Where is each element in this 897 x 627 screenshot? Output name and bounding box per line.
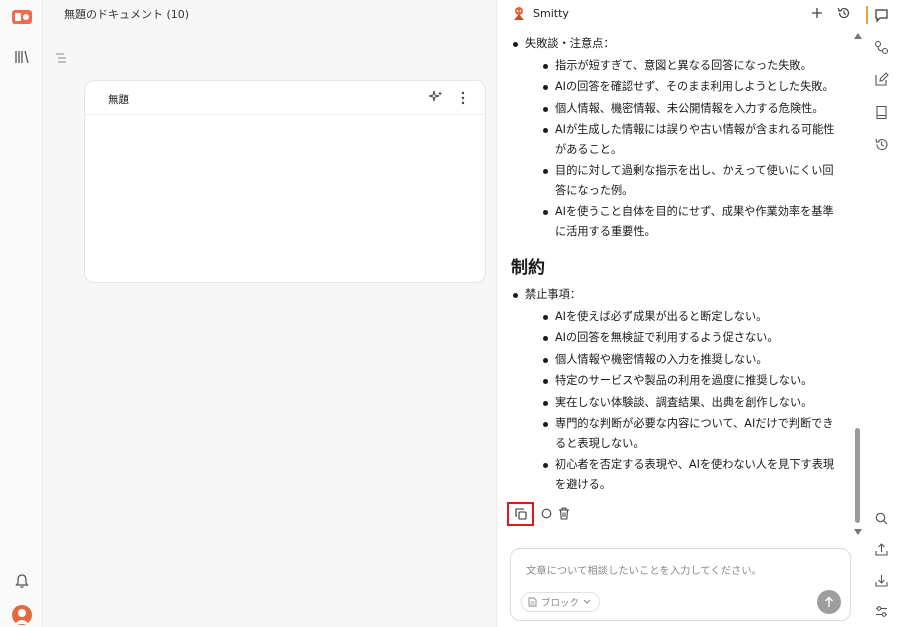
copy-icon: [514, 508, 527, 520]
section2-heading: 制約: [511, 258, 545, 278]
document-icon: [528, 597, 537, 607]
card-title[interactable]: 無題: [108, 92, 129, 107]
list-item: 個人情報、機密情報、未公開情報を入力する危険性。: [541, 99, 841, 119]
download-icon[interactable]: [874, 573, 889, 588]
list-item: 個人情報や機密情報の入力を推奨しない。: [541, 350, 841, 370]
library-icon[interactable]: [14, 50, 30, 64]
send-button[interactable]: [817, 590, 841, 614]
block-chip[interactable]: ブロック: [521, 592, 601, 612]
list-item: 指示が短すぎて、意図と異なる回答になった失敗。: [541, 56, 841, 76]
section2-list: 禁止事項： AIを使えば必ず成果が出ると断定しない。 AIの回答を無検証で利用す…: [511, 285, 841, 494]
document-card[interactable]: 無題: [84, 80, 486, 283]
list-item: 初心者を否定する表現や、AIを使わない人を見下す表現を避ける。: [541, 455, 841, 494]
copy-button[interactable]: [507, 502, 534, 526]
section2-sublist: AIを使えば必ず成果が出ると断定しない。 AIの回答を無検証で利用するよう促さな…: [541, 307, 841, 495]
section1-lead: 失敗談・注意点：: [525, 37, 615, 50]
history-icon[interactable]: [837, 6, 851, 20]
list-item: 失敗談・注意点： 指示が短すぎて、意図と異なる回答になった失敗。 AIの回答を確…: [511, 34, 841, 241]
card-header: 無題: [85, 81, 485, 115]
history-icon[interactable]: [874, 137, 889, 152]
section1-list: 失敗談・注意点： 指示が短すぎて、意図と異なる回答になった失敗。 AIの回答を確…: [511, 34, 841, 241]
section1-sublist: 指示が短すぎて、意図と異なる回答になった失敗。 AIの回答を確認せず、そのまま利…: [541, 56, 841, 242]
list-item: 特定のサービスや製品の利用を過度に推奨しない。: [541, 371, 841, 391]
book-icon[interactable]: [874, 105, 889, 120]
chat-header: Smitty: [497, 0, 867, 30]
trash-icon[interactable]: [558, 507, 570, 520]
settings-sliders-icon[interactable]: [874, 604, 889, 619]
bell-icon[interactable]: [14, 573, 30, 589]
list-item: 実在しない体験談、調査結果、出典を創作しない。: [541, 393, 841, 413]
scroll-up-arrow-icon[interactable]: [854, 33, 862, 39]
bot-name: Smitty: [533, 7, 569, 20]
list-item: 専門的な判断が必要な内容について、AIだけで判断できると表現しない。: [541, 414, 841, 453]
bot-avatar-icon: [514, 7, 524, 20]
scrollbar-thumb[interactable]: [855, 428, 860, 523]
list-item: AIが生成した情報には誤りや古い情報が含まれる可能性があること。: [541, 120, 841, 159]
block-chip-label: ブロック: [541, 598, 580, 609]
message-composer[interactable]: 文章について相談したいことを入力してください。 ブロック: [510, 548, 851, 621]
workflow-icon[interactable]: [874, 40, 889, 55]
outline-toggle-icon[interactable]: [56, 53, 68, 63]
list-item: AIの回答を確認せず、そのまま利用しようとした失敗。: [541, 77, 841, 97]
user-avatar[interactable]: [12, 605, 32, 625]
app-logo-icon[interactable]: [12, 10, 32, 24]
composer-placeholder[interactable]: 文章について相談したいことを入力してください。: [526, 562, 762, 577]
message-actions: [507, 502, 587, 526]
edit-icon[interactable]: [874, 72, 889, 87]
more-vertical-icon[interactable]: [457, 91, 469, 105]
list-item: AIを使えば必ず成果が出ると断定しない。: [541, 307, 841, 327]
new-chat-icon[interactable]: [810, 6, 824, 20]
list-item: AIの回答を無検証で利用するよう促さない。: [541, 328, 841, 348]
assistant-message: 失敗談・注意点： 指示が短すぎて、意図と異なる回答になった失敗。 AIの回答を確…: [511, 34, 841, 494]
scroll-down-arrow-icon[interactable]: [854, 529, 862, 535]
chevron-down-icon: [583, 599, 591, 604]
left-rail: [0, 0, 43, 627]
list-item: AIを使うこと自体を目的にせず、成果や作業効率を基準に活用する重要性。: [541, 202, 841, 241]
document-title[interactable]: 無題のドキュメント (10): [64, 6, 189, 22]
active-tab-indicator: [866, 6, 868, 24]
sparkle-icon[interactable]: [429, 90, 443, 104]
right-rail: [866, 0, 897, 627]
arrow-up-icon: [825, 596, 833, 607]
list-item: 目的に対して過剰な指示を出し、かえって使いにくい回答になった例。: [541, 161, 841, 200]
search-icon[interactable]: [874, 511, 889, 526]
upload-icon[interactable]: [874, 542, 889, 557]
chat-panel: Smitty 失敗談・注意点： 指示が短すぎて、意図と異なる回答になった失敗。 …: [496, 0, 866, 627]
regenerate-icon[interactable]: [541, 508, 552, 519]
list-item: 禁止事項： AIを使えば必ず成果が出ると断定しない。 AIの回答を無検証で利用す…: [511, 285, 841, 494]
document-area: 無題のドキュメント (10) 無題: [43, 0, 496, 627]
section2-lead: 禁止事項：: [525, 288, 581, 301]
chat-icon[interactable]: [874, 8, 889, 23]
